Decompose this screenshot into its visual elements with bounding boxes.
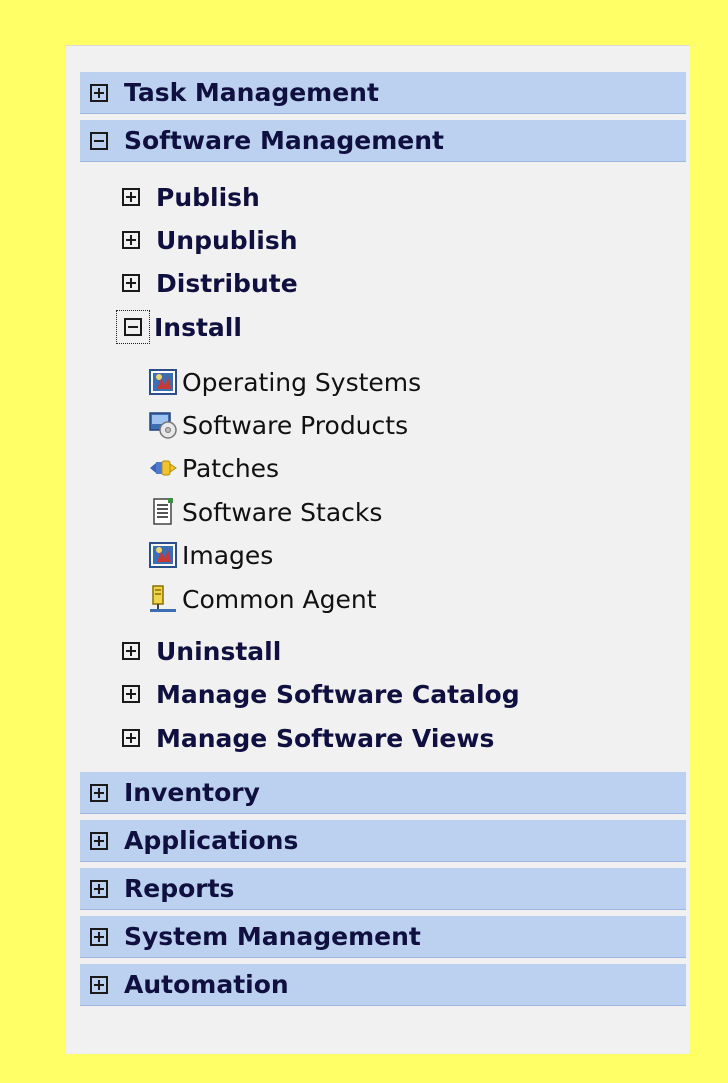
expand-icon[interactable] (122, 274, 140, 292)
category-label: Automation (124, 970, 289, 999)
nav-leaf-operating-systems[interactable]: Operating Systems (148, 360, 648, 404)
nav-category-applications[interactable]: Applications (80, 820, 686, 862)
nav-category-inventory[interactable]: Inventory (80, 772, 686, 814)
image-icon (149, 542, 177, 568)
expand-icon[interactable] (122, 685, 140, 703)
nav-category-software-management[interactable]: Software Management (80, 120, 686, 162)
nav-item-distribute[interactable]: Distribute (116, 262, 676, 304)
nav-leaf-label: Software Products (182, 410, 409, 440)
nav-leaf-software-stacks[interactable]: Software Stacks (148, 490, 648, 534)
nav-leaf-images[interactable]: Images (148, 533, 648, 577)
expand-icon[interactable] (90, 879, 108, 898)
software-product-icon (149, 412, 177, 439)
category-label: Reports (124, 874, 235, 903)
nav-item-install[interactable]: Install (116, 306, 676, 348)
nav-item-uninstall[interactable]: Uninstall (116, 630, 676, 672)
nav-leaf-label: Patches (182, 453, 280, 483)
expand-icon[interactable] (90, 975, 108, 994)
nav-category-task-management[interactable]: Task Management (80, 72, 686, 114)
nav-leaf-software-products[interactable]: Software Products (148, 403, 648, 447)
nav-item-manage-software-catalog[interactable]: Manage Software Catalog (116, 673, 676, 715)
nav-leaf-label: Software Stacks (182, 497, 383, 527)
expand-icon[interactable] (122, 231, 140, 249)
category-label: Inventory (124, 778, 260, 807)
nav-item-label: Install (154, 312, 242, 342)
software-stack-icon (153, 498, 173, 525)
nav-leaf-label: Images (182, 540, 274, 570)
patch-icon (150, 460, 177, 476)
category-label: Software Management (124, 126, 444, 155)
expand-icon[interactable] (122, 729, 140, 747)
nav-item-label: Manage Software Catalog (156, 679, 520, 709)
nav-item-label: Unpublish (156, 225, 298, 255)
focus-indicator (116, 310, 150, 344)
collapse-icon[interactable] (124, 318, 142, 336)
expand-icon[interactable] (90, 927, 108, 946)
common-agent-icon (150, 585, 176, 612)
nav-item-unpublish[interactable]: Unpublish (116, 219, 676, 261)
collapse-icon[interactable] (90, 131, 108, 150)
nav-item-label: Distribute (156, 268, 298, 298)
expand-icon[interactable] (90, 783, 108, 802)
nav-item-label: Publish (156, 182, 260, 212)
nav-leaf-label: Operating Systems (182, 367, 422, 397)
operating-system-icon (149, 369, 177, 395)
nav-leaf-label: Common Agent (182, 584, 377, 614)
nav-leaf-common-agent[interactable]: Common Agent (148, 577, 648, 621)
category-label: System Management (124, 922, 421, 951)
category-label: Task Management (124, 78, 379, 107)
nav-item-publish[interactable]: Publish (116, 176, 676, 218)
nav-item-manage-software-views[interactable]: Manage Software Views (116, 717, 676, 759)
nav-category-system-management[interactable]: System Management (80, 916, 686, 958)
expand-icon[interactable] (122, 642, 140, 660)
nav-category-automation[interactable]: Automation (80, 964, 686, 1006)
category-label: Applications (124, 826, 299, 855)
expand-icon[interactable] (90, 83, 108, 102)
nav-item-label: Manage Software Views (156, 723, 495, 753)
nav-category-reports[interactable]: Reports (80, 868, 686, 910)
nav-item-label: Uninstall (156, 636, 282, 666)
expand-icon[interactable] (90, 831, 108, 850)
nav-leaf-patches[interactable]: Patches (148, 446, 648, 490)
expand-icon[interactable] (122, 188, 140, 206)
